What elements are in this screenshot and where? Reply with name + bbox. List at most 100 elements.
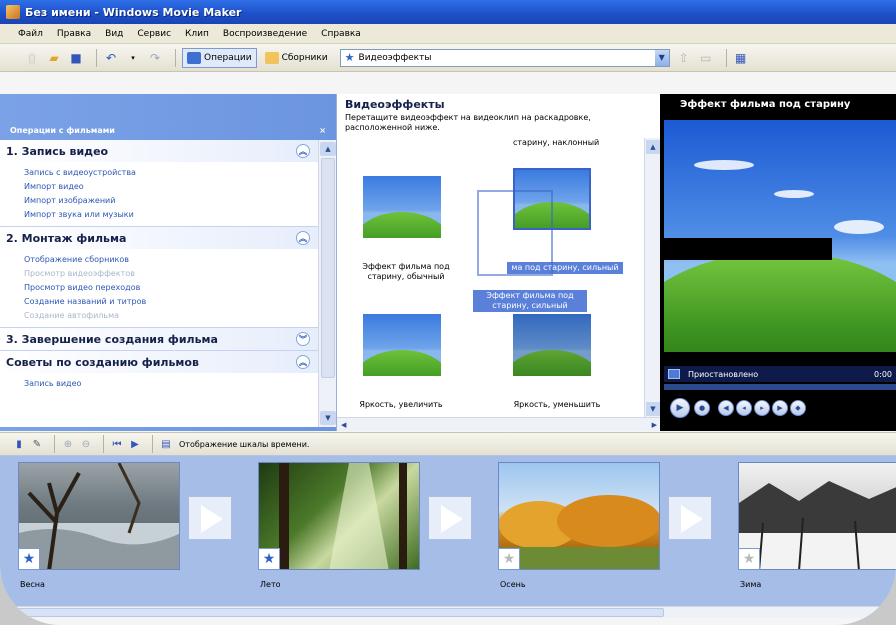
effect-thumbnail[interactable] (363, 176, 441, 238)
movie-tasks-pane: Операции с фильмами × 1. Запись видео ︽ … (0, 94, 336, 431)
scroll-up-icon[interactable]: ▲ (646, 140, 660, 154)
chevron-down-icon[interactable]: ▼ (654, 49, 669, 66)
show-timeline-button[interactable]: Отображение шкалы времени. (179, 440, 309, 449)
effect-thumbnail[interactable] (363, 314, 441, 376)
up-folder-icon[interactable]: ⇧ (676, 50, 692, 66)
chevron-up-icon[interactable]: ︽ (296, 231, 310, 245)
scroll-up-icon[interactable]: ▲ (320, 142, 336, 156)
tasks-scrollbar[interactable]: ▲ ▼ (318, 140, 336, 427)
preview-title: Эффект фильма под старину (680, 98, 851, 110)
scroll-down-icon[interactable]: ▼ (320, 411, 336, 425)
new-project-icon[interactable]: ▯ (24, 50, 40, 66)
split-clip-icon[interactable]: ◆ (790, 400, 806, 416)
storyboard-clip[interactable]: ★ Весна (18, 462, 180, 602)
undo-dropdown-icon[interactable]: ▾ (125, 50, 141, 66)
close-icon[interactable]: × (319, 126, 326, 135)
app-window: Без имени - Windows Movie Maker Файл Пра… (0, 0, 896, 625)
effects-scrollbar[interactable]: ▲ ▼ (644, 138, 660, 418)
task-link[interactable]: Просмотр видео переходов (24, 281, 318, 295)
section-title: 2. Монтаж фильма (6, 231, 127, 245)
transition-slot[interactable] (668, 496, 712, 540)
seek-bar[interactable] (664, 384, 896, 390)
chevron-up-icon[interactable]: ︽ (296, 144, 310, 158)
rewind-storyboard-icon[interactable]: ⏮ (110, 437, 124, 451)
clip-thumbnail (258, 462, 420, 570)
menu-clip[interactable]: Клип (185, 29, 209, 39)
toolbar-separator (96, 48, 97, 67)
set-audio-levels-icon[interactable]: ✎ (30, 437, 44, 451)
scroll-right-icon[interactable]: ▶ (652, 421, 657, 429)
section-edit-movie: 2. Монтаж фильма ︽ Отображение сборников… (0, 227, 318, 328)
open-project-icon[interactable]: ▰ (46, 50, 62, 66)
section-header[interactable]: 1. Запись видео ︽ (0, 140, 318, 162)
clip-image (279, 463, 407, 569)
toolbar-separator (152, 435, 153, 453)
folder-icon (264, 51, 279, 64)
effect-label-selected: ма под старину, сильный (507, 262, 623, 274)
redo-icon[interactable]: ↷ (147, 50, 163, 66)
task-link[interactable]: Запись с видеоустройства (24, 166, 318, 180)
effect-star-icon: ★ (258, 548, 280, 570)
task-link[interactable]: Создание названий и титров (24, 295, 318, 309)
collection-combo[interactable]: ★ Видеоэффекты ▼ (339, 48, 670, 67)
narrate-timeline-icon[interactable]: ▮ (12, 437, 26, 451)
menu-edit[interactable]: Правка (57, 29, 91, 39)
clip-caption: Зима (740, 580, 762, 589)
scroll-thumb[interactable] (14, 608, 664, 617)
new-collection-icon[interactable]: ▭ (698, 50, 714, 66)
storyboard-clip[interactable]: ★ Осень (498, 462, 660, 602)
playback-controls: ▶ ● ◀ ◂ ▸ ▶ ◆ (670, 398, 808, 418)
section-header[interactable]: 3. Завершение создания фильма ︾ (0, 328, 318, 350)
menu-view[interactable]: Вид (105, 29, 123, 39)
storyboard-clip[interactable]: ★ Зима (738, 462, 896, 602)
views-icon[interactable]: ▦ (733, 50, 749, 66)
save-project-icon[interactable]: ■ (68, 50, 84, 66)
tasks-pane-title: Операции с фильмами (10, 125, 115, 135)
effect-thumbnail[interactable] (513, 314, 591, 376)
task-link[interactable]: Импорт видео (24, 180, 318, 194)
scroll-thumb[interactable] (320, 158, 335, 378)
stop-icon[interactable]: ● (694, 400, 710, 416)
section-header[interactable]: Советы по созданию фильмов ︽ (0, 351, 318, 373)
play-icon[interactable]: ▶ (670, 398, 690, 418)
effect-label: Яркость, уменьшить (513, 400, 601, 409)
task-link[interactable]: Запись видео (24, 377, 318, 391)
collections-button[interactable]: Сборники (261, 48, 332, 68)
transition-arrow-icon (441, 505, 463, 533)
section-header[interactable]: 2. Монтаж фильма ︽ (0, 227, 318, 249)
section-movie-tips: Советы по созданию фильмов ︽ Запись виде… (0, 351, 318, 395)
effect-label: Яркость, увеличить (359, 400, 443, 409)
clip-caption: Весна (20, 580, 45, 589)
storyboard-clip[interactable]: ★ Лето (258, 462, 420, 602)
play-storyboard-icon[interactable]: ▶ (128, 437, 142, 451)
clip-image (19, 463, 179, 569)
transition-arrow-icon (681, 505, 703, 533)
chevron-up-icon[interactable]: ︽ (296, 355, 310, 369)
timeline-icon[interactable]: ▤ (159, 437, 173, 451)
task-link[interactable]: Отображение сборников (24, 253, 318, 267)
chevron-down-icon[interactable]: ︾ (296, 332, 310, 346)
zoom-out-icon[interactable]: ⊖ (79, 437, 93, 451)
scroll-left-icon[interactable]: ◀ (341, 421, 346, 429)
scroll-down-icon[interactable]: ▼ (646, 402, 660, 416)
effects-horizontal-scrollbar[interactable]: ◀ ▶ (337, 417, 661, 431)
forward-icon[interactable]: ▸ (754, 400, 770, 416)
rewind-icon[interactable]: ◂ (736, 400, 752, 416)
scroll-left-icon[interactable]: ◀ (2, 607, 8, 616)
menu-file[interactable]: Файл (18, 29, 43, 39)
undo-icon[interactable]: ↶ (103, 50, 119, 66)
menu-tools[interactable]: Сервис (137, 29, 171, 39)
storyboard-scrollbar[interactable]: ◀ (0, 606, 896, 618)
collections-label: Сборники (281, 52, 328, 63)
menu-playback[interactable]: Воспроизведение (223, 29, 307, 39)
zoom-in-icon[interactable]: ⊕ (61, 437, 75, 451)
effect-star-icon: ★ (738, 548, 760, 570)
task-link[interactable]: Импорт изображений (24, 194, 318, 208)
next-frame-icon[interactable]: ▶ (772, 400, 788, 416)
transition-slot[interactable] (188, 496, 232, 540)
task-link[interactable]: Импорт звука или музыки (24, 208, 318, 222)
menu-help[interactable]: Справка (321, 29, 361, 39)
operations-button[interactable]: Операции (182, 47, 257, 68)
transition-slot[interactable] (428, 496, 472, 540)
previous-frame-icon[interactable]: ◀ (718, 400, 734, 416)
